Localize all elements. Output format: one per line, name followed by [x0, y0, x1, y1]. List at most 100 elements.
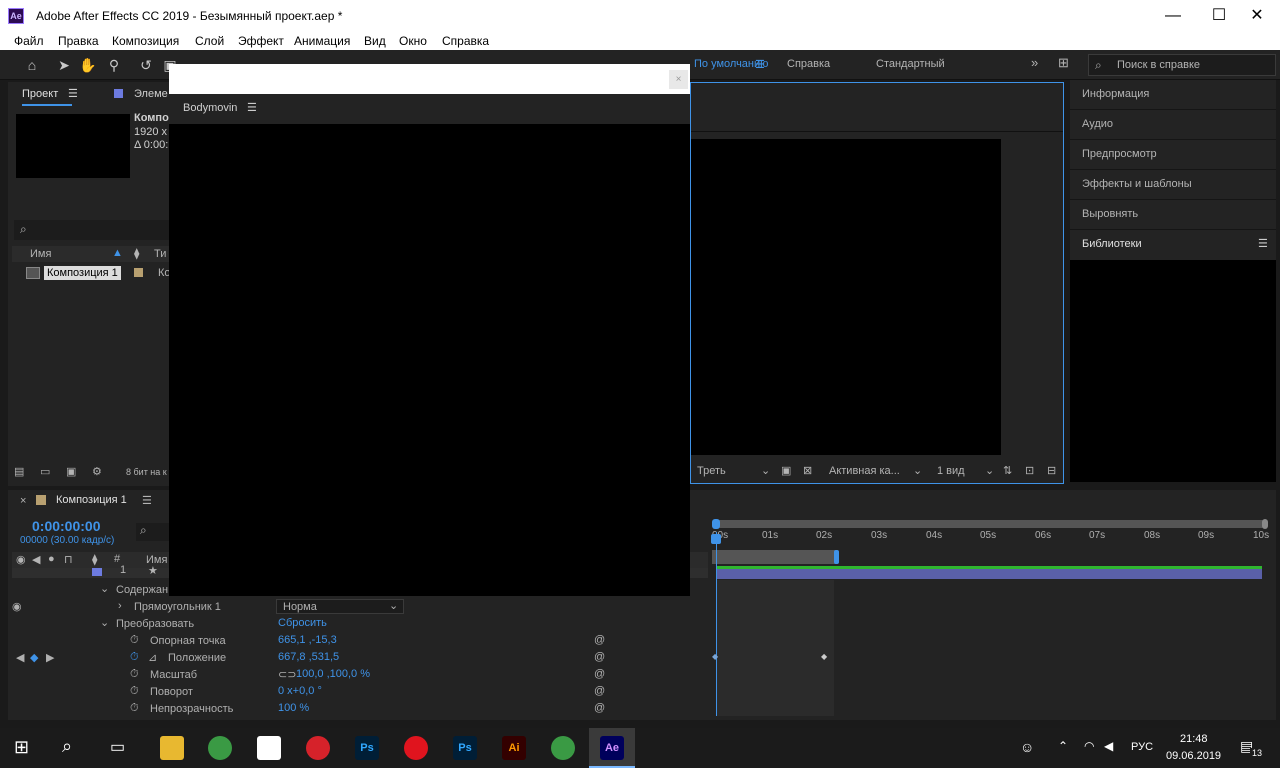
- menu-animation[interactable]: Анимация: [294, 34, 350, 48]
- property-rotation[interactable]: ⏱ Поворот 0 x+0,0 ° @: [8, 684, 708, 701]
- work-area-bar[interactable]: [712, 520, 1266, 528]
- selection-tool-icon[interactable]: ➤: [54, 55, 74, 75]
- reset-transform-link[interactable]: Сбросить: [278, 617, 327, 629]
- property-position[interactable]: ◀ ◆ ▶ ⏱ ⊿ Положение 667,8 ,531,5 @: [8, 650, 708, 667]
- after-effects-icon[interactable]: Ae: [600, 736, 624, 760]
- libraries-menu-icon[interactable]: ☰: [1258, 237, 1268, 250]
- chevron-down-icon[interactable]: ⌄: [100, 582, 109, 595]
- mail-icon[interactable]: [257, 736, 281, 760]
- show-snapshot-icon[interactable]: ⊟: [1047, 464, 1056, 477]
- hand-tool-icon[interactable]: ✋: [78, 55, 98, 75]
- bodymovin-menu-icon[interactable]: ☰: [247, 101, 257, 114]
- chevron-down-icon[interactable]: ⌄: [913, 464, 922, 477]
- workspace-standard[interactable]: Стандартный: [876, 58, 945, 70]
- property-value[interactable]: 667,8 ,531,5: [278, 651, 339, 663]
- tab-composition-1[interactable]: Композиция 1: [56, 494, 127, 506]
- rotate-tool-icon[interactable]: ↺: [136, 55, 156, 75]
- more-workspaces-icon[interactable]: »: [1031, 55, 1038, 70]
- zoom-tool-icon[interactable]: ⚲: [104, 55, 124, 75]
- help-search-input[interactable]: ⌕ Поиск в справке: [1088, 54, 1276, 76]
- camera-dropdown[interactable]: Активная ка...: [829, 465, 900, 477]
- windows-start-icon[interactable]: ⊞: [14, 737, 29, 758]
- search-toggle-icon[interactable]: ⊞: [1058, 55, 1069, 71]
- volume-icon[interactable]: ◀: [1104, 739, 1113, 753]
- stopwatch-icon[interactable]: ⏱: [130, 634, 139, 647]
- blend-mode-dropdown[interactable]: Норма ⌄: [276, 599, 404, 614]
- close-window-button[interactable]: ✕: [1234, 0, 1280, 32]
- expression-pickwhip-icon[interactable]: @: [594, 634, 605, 646]
- lock-switch-icon[interactable]: ⊓: [64, 553, 73, 566]
- menu-effect[interactable]: Эффект: [238, 34, 284, 48]
- property-scale[interactable]: ⏱ Масштаб ⊂⊃ 100,0 ,100,0 % @: [8, 667, 708, 684]
- chevron-up-icon[interactable]: ⌃: [1058, 739, 1068, 753]
- eye-icon[interactable]: ◉: [12, 600, 22, 613]
- close-tab-icon[interactable]: ×: [20, 495, 26, 507]
- interpret-footage-icon[interactable]: ▤: [14, 465, 24, 478]
- bodymovin-close-button[interactable]: ×: [669, 70, 688, 89]
- sort-arrow-icon[interactable]: ▲: [112, 247, 123, 259]
- constrain-proportions-icon[interactable]: ⊂⊃: [278, 668, 296, 681]
- video-switch-icon[interactable]: ◉: [16, 553, 26, 566]
- chevron-down-icon[interactable]: ⌄: [985, 464, 994, 477]
- expression-pickwhip-icon[interactable]: @: [594, 702, 605, 714]
- property-opacity[interactable]: ⏱ Непрозрачность 100 % @: [8, 701, 708, 718]
- chevron-right-icon[interactable]: ›: [118, 600, 122, 612]
- column-type[interactable]: Ти: [154, 248, 166, 260]
- workspace-menu-icon[interactable]: ☰: [755, 58, 765, 71]
- audio-switch-icon[interactable]: ◀: [32, 553, 40, 566]
- stopwatch-icon[interactable]: ⏱: [130, 651, 139, 664]
- stopwatch-icon[interactable]: ⏱: [130, 668, 139, 681]
- workspace-help[interactable]: Справка: [787, 58, 830, 70]
- menu-composition[interactable]: Композиция: [112, 34, 179, 48]
- property-value[interactable]: 100,0 ,100,0 %: [296, 668, 370, 680]
- illustrator-icon[interactable]: Ai: [502, 736, 526, 760]
- chrome-icon[interactable]: [208, 736, 232, 760]
- tab-project[interactable]: Проект: [22, 88, 58, 100]
- chevron-down-icon[interactable]: ⌄: [761, 464, 770, 477]
- clock-time[interactable]: 21:48: [1180, 733, 1208, 745]
- transform-row[interactable]: ⌄ Преобразовать Сбросить: [8, 616, 708, 633]
- bodymovin-content[interactable]: [169, 124, 690, 596]
- chrome-icon[interactable]: [551, 736, 575, 760]
- prev-keyframe-icon[interactable]: ◀: [16, 651, 24, 664]
- panel-info[interactable]: Информация: [1070, 80, 1276, 110]
- project-settings-icon[interactable]: ⚙: [92, 465, 102, 478]
- work-area-start-handle[interactable]: [712, 519, 720, 529]
- new-composition-icon[interactable]: ▣: [66, 465, 76, 478]
- menu-edit[interactable]: Правка: [58, 34, 99, 48]
- add-keyframe-icon[interactable]: ◆: [30, 651, 38, 664]
- search-icon[interactable]: ⌕: [62, 736, 72, 757]
- task-view-icon[interactable]: ▭: [110, 737, 125, 757]
- project-item-row[interactable]: Композиция 1 Ко: [12, 265, 172, 283]
- next-keyframe-icon[interactable]: ▶: [46, 651, 54, 664]
- panel-libraries[interactable]: Библиотеки ☰: [1070, 230, 1276, 260]
- work-area-end-handle[interactable]: [1262, 519, 1268, 529]
- stopwatch-icon[interactable]: ⏱: [130, 685, 139, 698]
- expression-pickwhip-icon[interactable]: @: [594, 651, 605, 663]
- rectangle-row[interactable]: ◉ › Прямоугольник 1 Норма ⌄: [8, 599, 708, 616]
- composition-canvas[interactable]: [691, 139, 1001, 455]
- current-time-indicator[interactable]: [716, 532, 717, 716]
- project-search-input[interactable]: ⌕: [14, 220, 172, 240]
- property-value[interactable]: 0 x+0,0 °: [278, 685, 322, 697]
- photoshop-icon[interactable]: Ps: [453, 736, 477, 760]
- panel-audio[interactable]: Аудио: [1070, 110, 1276, 140]
- creative-cloud-icon[interactable]: [306, 736, 330, 760]
- layer-duration-bar[interactable]: [716, 569, 1262, 579]
- preview-range-bar[interactable]: [712, 550, 836, 564]
- bit-depth-label[interactable]: 8 бит на к: [126, 467, 167, 477]
- snapshot-icon[interactable]: ⊡: [1025, 464, 1034, 477]
- preview-range-end-handle[interactable]: [834, 550, 839, 564]
- opera-icon[interactable]: [404, 736, 428, 760]
- property-anchor-point[interactable]: ⏱ Опорная точка 665,1 ,-15,3 @: [8, 633, 708, 650]
- project-menu-icon[interactable]: ☰: [68, 87, 78, 100]
- menu-window[interactable]: Окно: [399, 34, 427, 48]
- chevron-down-icon[interactable]: ⌄: [100, 616, 109, 629]
- region-of-interest-icon[interactable]: ⊠: [803, 464, 812, 477]
- property-value[interactable]: 665,1 ,-15,3: [278, 634, 337, 646]
- photoshop-icon[interactable]: Ps: [355, 736, 379, 760]
- expression-pickwhip-icon[interactable]: @: [594, 668, 605, 680]
- menu-help[interactable]: Справка: [442, 34, 489, 48]
- reset-exposure-icon[interactable]: ⇅: [1003, 464, 1012, 477]
- panel-align[interactable]: Выровнять: [1070, 200, 1276, 230]
